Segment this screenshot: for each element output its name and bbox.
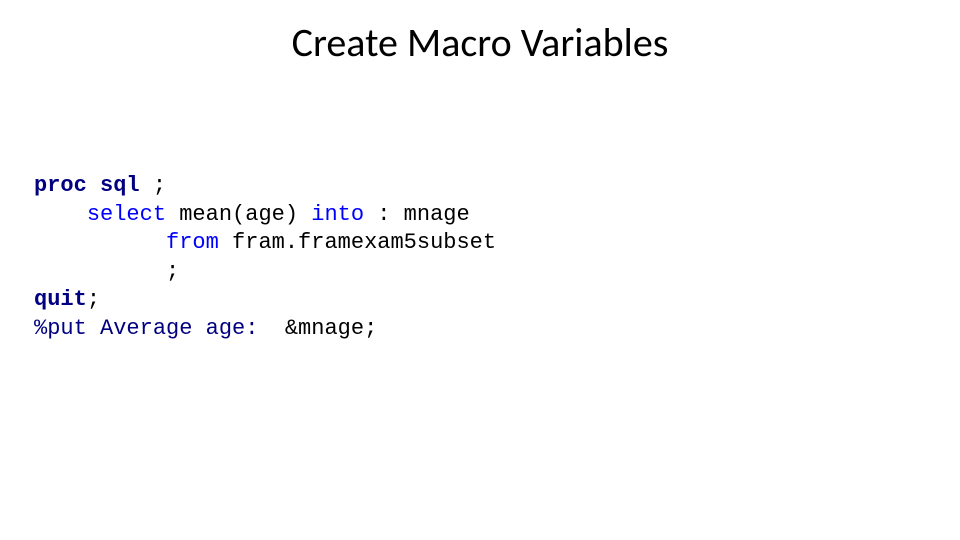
slide-title: Create Macro Variables xyxy=(0,18,960,67)
kw-proc: proc xyxy=(34,173,87,198)
semicolon: ; xyxy=(166,259,179,284)
semicolon: ; xyxy=(87,287,100,312)
macro-put: %put xyxy=(34,316,87,341)
macro-ref: &mnage; xyxy=(285,316,377,341)
slide: Create Macro Variables proc sql ; select… xyxy=(0,0,960,540)
code-block: proc sql ; select mean(age) into : mnage… xyxy=(34,172,496,344)
expr-mean: mean(age) xyxy=(166,202,311,227)
macro-var: : mnage xyxy=(364,202,470,227)
dataset-name: fram.framexam5subset xyxy=(219,230,496,255)
kw-from: from xyxy=(166,230,219,255)
semicolon: ; xyxy=(140,173,166,198)
kw-select: select xyxy=(87,202,166,227)
kw-into: into xyxy=(311,202,364,227)
put-text: Average age: xyxy=(87,316,285,341)
kw-sql: sql xyxy=(100,173,140,198)
kw-quit: quit xyxy=(34,287,87,312)
